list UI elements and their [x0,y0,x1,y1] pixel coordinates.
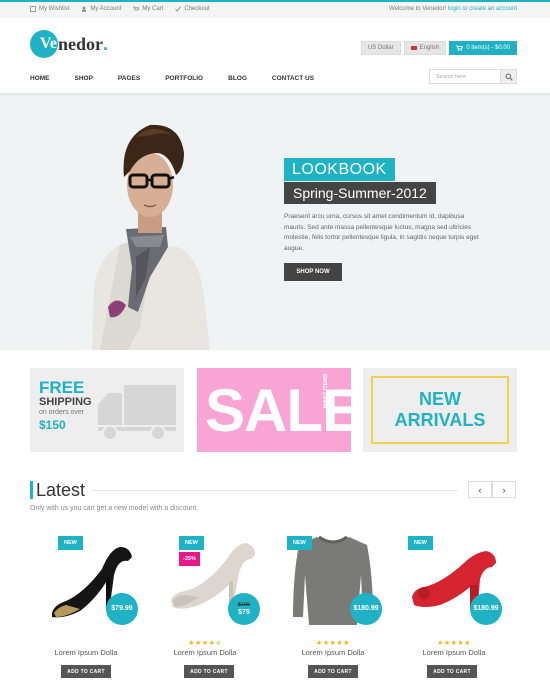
currency-label: US Dollar [367,45,394,51]
nav-blog[interactable]: BLOG [228,75,247,82]
product-card[interactable]: NEW $180.99 ★★★★★ Lorem Ipsum Dolla ADD … [287,535,382,685]
new-badge: NEW [179,536,204,550]
nav-contact[interactable]: CONTACT US [272,75,314,82]
new-arrivals-banner[interactable]: NEW ARRIVALS [363,368,517,452]
top-links: My Wishlist My Account My Cart Checkout [30,6,210,12]
product-name[interactable]: Lorem Ipsum Dolla [287,648,379,657]
add-to-cart-button[interactable]: ADD TO CART [184,665,234,678]
price-circle: $79.99 [106,593,138,625]
new-badge: NEW [287,536,312,550]
shop-now-button[interactable]: SHOP NOW [284,263,342,281]
product-name[interactable]: Lorem Ipsum Dolla [40,648,132,657]
search-icon [505,73,513,81]
add-to-cart-button[interactable]: ADD TO CART [61,665,111,678]
logo-mark: Ve [30,30,58,58]
cart-icon [456,45,464,51]
new-badge: NEW [58,536,83,550]
nav-portfolio[interactable]: PORTFOLIO [165,75,203,82]
cart-link[interactable]: My Cart [133,6,163,12]
hero-slider: LOOKBOOK Spring-Summer-2012 Praesent arc… [0,97,550,350]
edit-icon [30,6,36,12]
truck-icon [98,385,176,441]
discount-badge: -25% [179,552,200,566]
account-label: My Account [90,6,122,12]
search-box: Search here [429,69,517,84]
nav-shop[interactable]: SHOP [75,75,93,82]
rating-stars: ★★★★★ [316,640,350,647]
nav-home[interactable]: HOME [30,75,50,82]
user-icon [82,6,87,12]
cart-button[interactable]: 0 item(s) - $0.00 [449,41,517,55]
section-divider [92,490,458,491]
checkout-label: Checkout [184,6,210,12]
check-icon [175,6,182,12]
banner-orders: on orders over [39,409,85,416]
hero-subtitle: Spring-Summer-2012 [284,182,436,204]
price: $180.99 [353,605,379,612]
product-name[interactable]: Lorem Ipsum Dolla [159,648,251,657]
new-badge: NEW [408,536,433,550]
latest-subtitle: Only with us you can get a new model wit… [30,505,199,512]
section-accent [30,481,33,499]
search-input[interactable]: Search here [430,70,500,83]
price: $79.99 [111,605,133,612]
model-image [92,124,210,350]
top-bar: My Wishlist My Account My Cart Checkout … [0,0,550,18]
price: $75 [238,609,250,616]
prev-arrow-button[interactable]: ‹ [468,481,492,498]
add-to-cart-button[interactable]: ADD TO CART [427,665,477,678]
language-select[interactable]: English [403,41,447,55]
product-card[interactable]: NEW $180.99 ★★★★★ Lorem Ipsum Dolla ADD … [408,535,502,685]
rating-stars: ★★★★★ [437,640,471,647]
price: $180.99 [473,605,499,612]
price-circle: $100 $75 [228,593,260,625]
banner-arrivals: ARRIVALS [394,410,486,430]
product-card[interactable]: NEW $79.99 Lorem Ipsum Dolla ADD TO CART [44,535,138,685]
header-controls: US Dollar English 0 item(s) - $0.00 [360,41,517,55]
banner-free: FREE [39,378,85,397]
flag-icon [410,46,417,50]
logo-text: nedor [58,33,103,54]
rating-stars: ★★★★✯ [188,640,222,647]
add-to-cart-button[interactable]: ADD TO CART [308,665,358,678]
site-logo[interactable]: Ve nedor. [30,30,108,58]
price-circle: $180.99 [470,593,502,625]
welcome-text: Welcome to Venedor! [389,6,447,12]
cart-label: My Cart [142,6,164,12]
currency-select[interactable]: US Dollar [360,41,401,55]
cart-icon [133,6,140,11]
next-arrow-button[interactable]: › [492,481,516,498]
logo-dot: . [103,33,109,54]
banner-shipping: SHIPPING [39,396,92,408]
main-nav: HOME SHOP PAGES PORTFOLIO BLOG CONTACT U… [30,75,339,82]
welcome-message: Welcome to Venedor! login or create an a… [389,6,517,12]
wishlist-label: My Wishlist [39,6,70,12]
price-circle: $180.99 [350,593,382,625]
banner-price: $150 [39,418,66,432]
login-link[interactable]: login or create an account [448,6,517,12]
search-button[interactable] [500,70,516,83]
hero-title: LOOKBOOK [284,158,395,181]
product-name[interactable]: Lorem Ipsum Dolla [408,648,500,657]
free-shipping-banner[interactable]: FREE SHIPPING on orders over $150 [30,368,184,452]
account-link[interactable]: My Account [81,6,121,12]
banner-new: NEW [419,389,461,409]
cart-summary: 0 item(s) - $0.00 [466,45,510,51]
wishlist-link[interactable]: My Wishlist [30,6,69,12]
nav-pages[interactable]: PAGES [118,75,140,82]
carousel-arrows: ‹ › [468,481,516,498]
latest-title: Latest [36,480,86,500]
old-price: $100 [237,602,251,608]
banner-frame: NEW ARRIVALS [371,376,509,444]
banner-many-items: MANY ITEMS [323,373,329,408]
sale-banner[interactable]: SALE MANY ITEMS [197,368,362,452]
language-label: English [419,45,440,51]
checkout-link[interactable]: Checkout [175,6,210,12]
banner-sale: SALE [205,377,362,444]
product-card[interactable]: NEW -25% $100 $75 ★★★★✯ Lorem Ipsum Doll… [165,535,260,685]
hero-text: Praesent arcu urna, cursus sit amet cond… [284,213,479,252]
